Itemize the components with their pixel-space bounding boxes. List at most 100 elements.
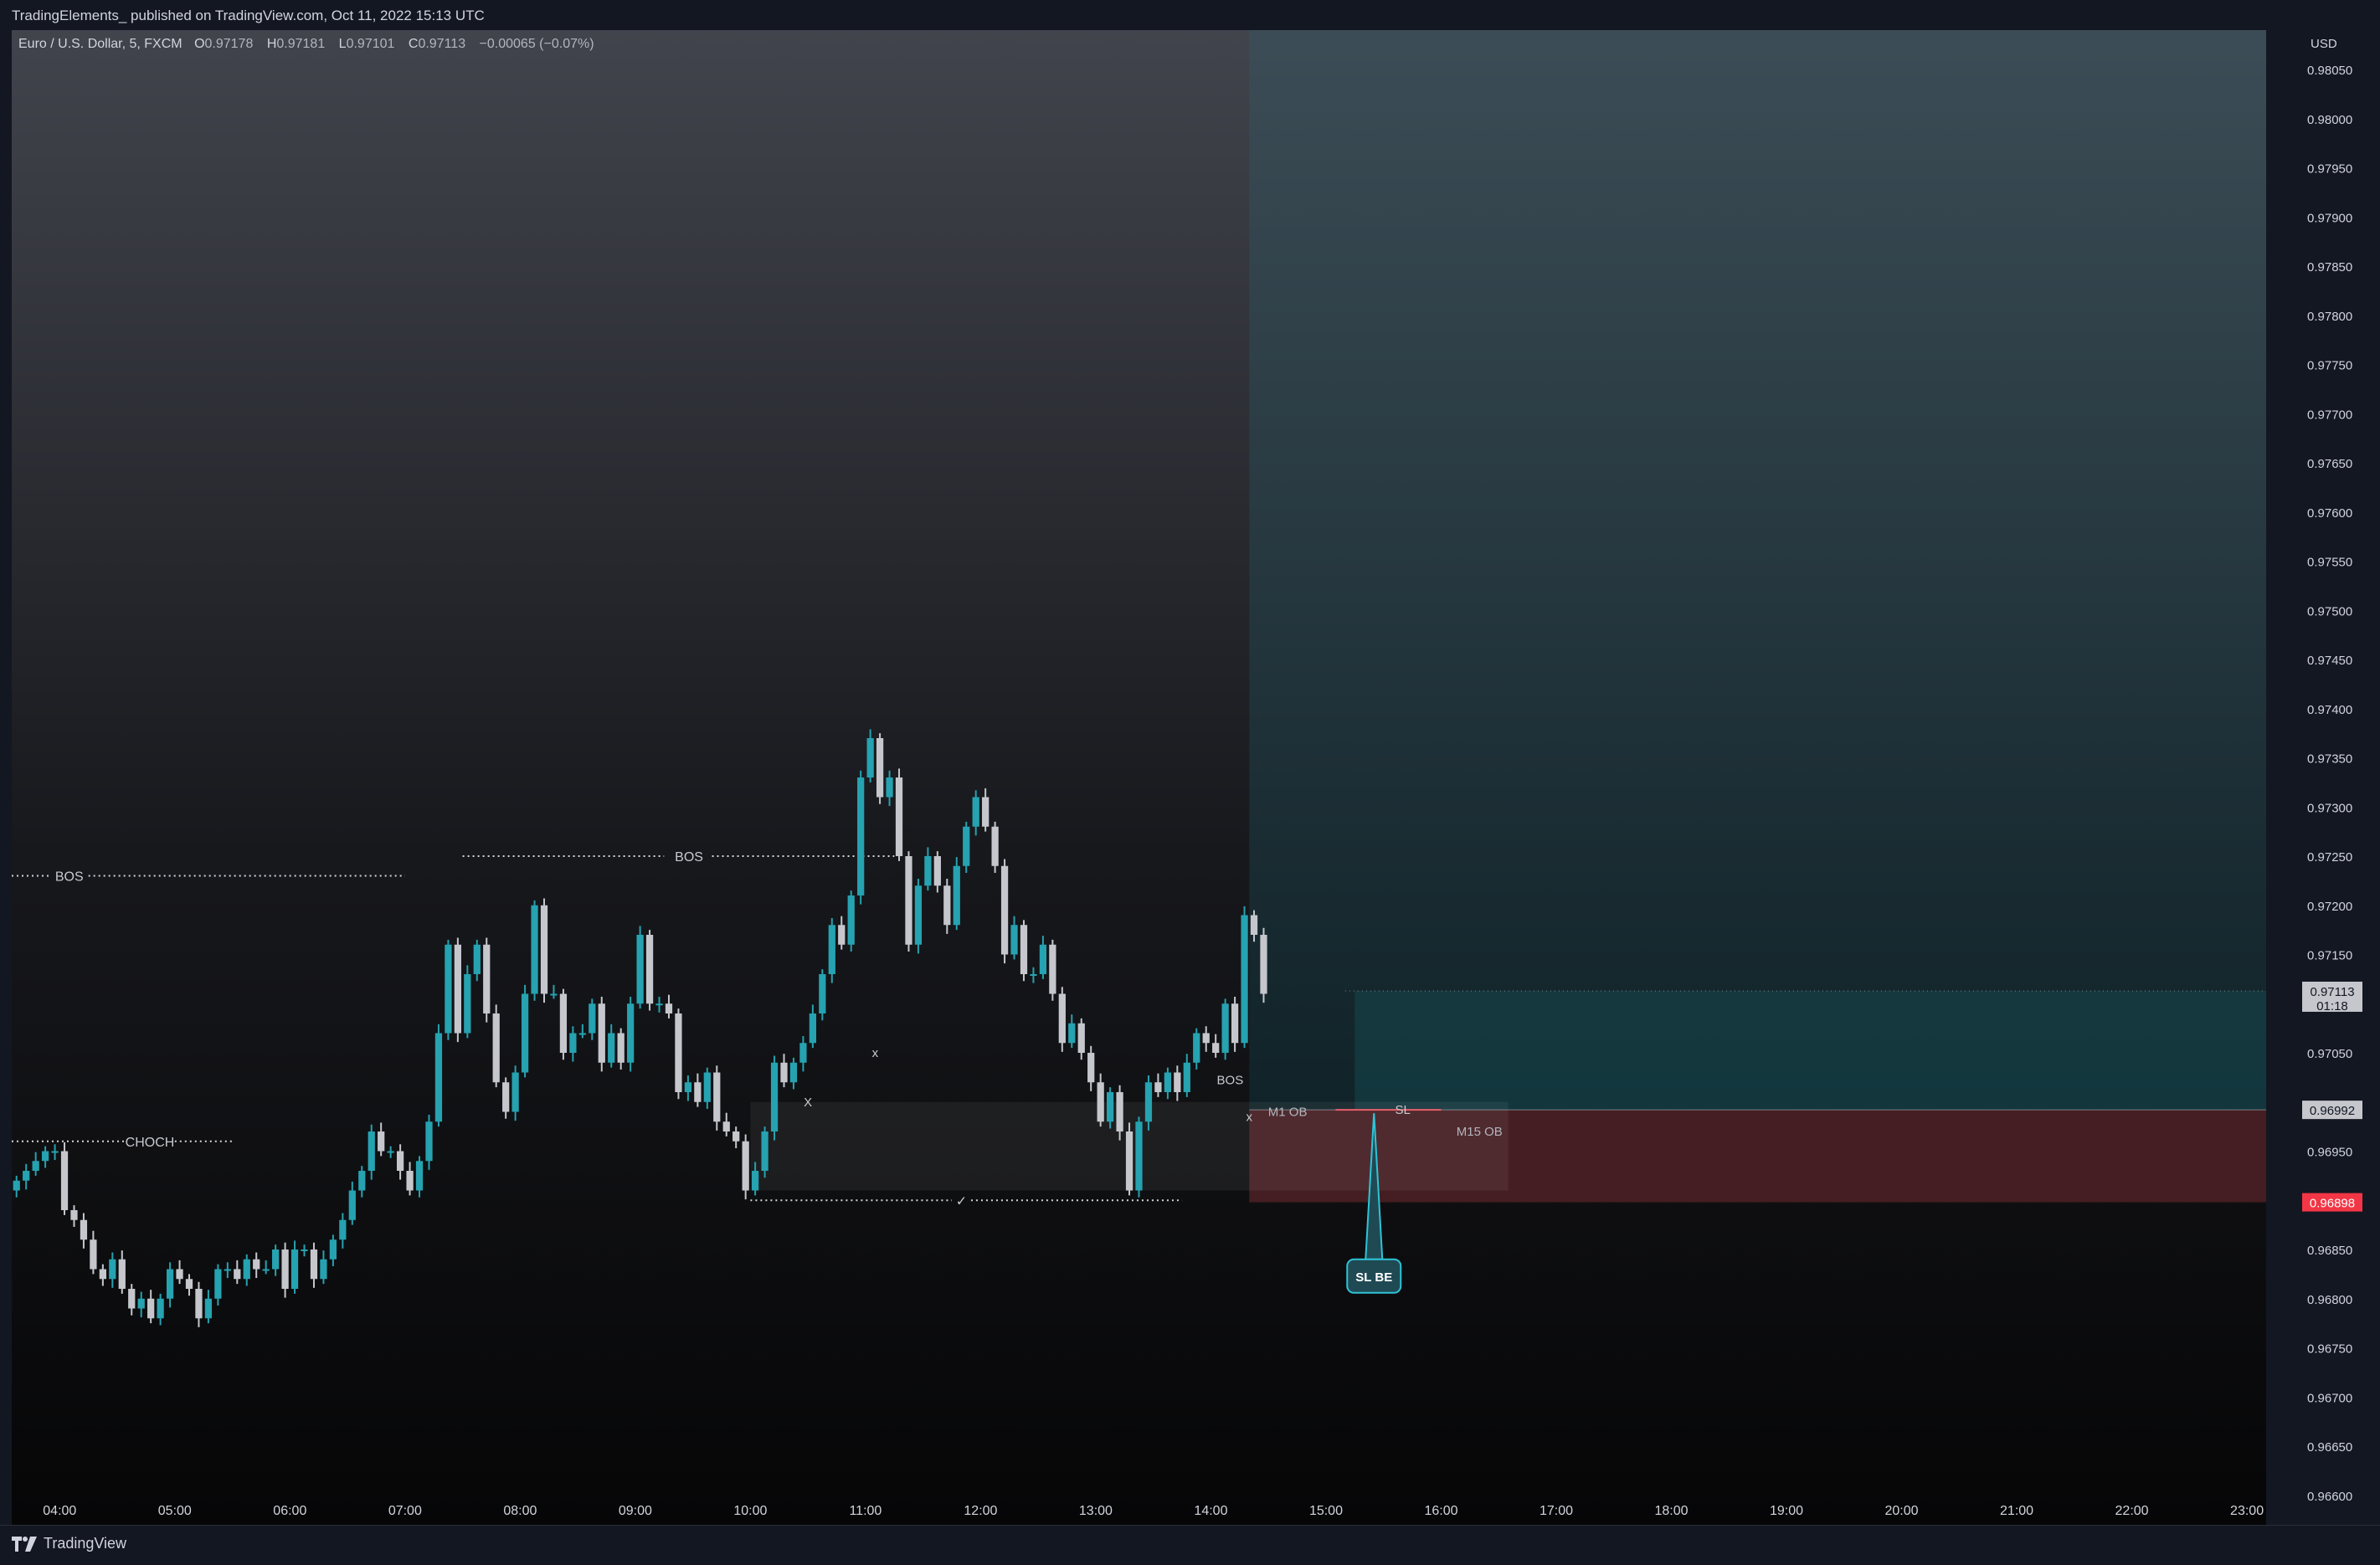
candle-body [1106,1092,1114,1122]
candle-body [60,1151,69,1210]
candle-body [204,1298,213,1319]
candle-body [751,1171,759,1191]
candle-body [1116,1092,1123,1131]
time-tick-label: 16:00 [1424,1504,1457,1518]
candle-body [41,1151,49,1162]
candle-body [118,1259,126,1289]
candle-body [511,1072,519,1112]
candle-body [780,1062,788,1083]
legend-symbol[interactable]: Euro / U.S. Dollar, 5, FXCM [18,37,182,51]
candle-body [809,1013,816,1044]
price-tick-label: 0.96950 [2307,1146,2352,1160]
candle-body [521,993,529,1073]
profit-zone[interactable] [1249,30,2266,1111]
candle-body [694,1082,702,1102]
price-tick-label: 0.97300 [2307,801,2352,815]
candle-body [99,1269,106,1280]
price-chart[interactable]: BOS BOS CHOCH ✓ Xx x BOS SL M1 OB M15 OB SL BE USD… [0,30,2380,1525]
candle-body [733,1131,740,1142]
candle-body [502,1082,510,1112]
candle-body [1231,1003,1239,1044]
candle-body [406,1171,414,1191]
candle-body [473,944,481,974]
candle-body [415,1161,424,1191]
last-price-tag-text: 0.97113 [2310,985,2354,999]
candle-body [425,1121,433,1162]
tradingview-logo-icon [12,1536,37,1552]
time-tick-label: 04:00 [43,1504,76,1518]
x-marker-3: x [1247,1110,1253,1124]
publish-header: TradingElements_ published on TradingVie… [0,0,2380,30]
candle-body [847,895,855,945]
price-tick-label: 0.97600 [2307,506,2352,521]
candle-body [32,1161,39,1171]
m1-ob-label: M1 OB [1268,1106,1308,1120]
bos-label-small: BOS [1217,1074,1244,1088]
candle-body [655,1003,663,1006]
candle-body [645,935,654,1004]
m15-ob-label: M15 OB [1457,1125,1503,1139]
open-profit-zone [1354,990,2266,1111]
candle-body [713,1072,721,1122]
candle-body [1030,974,1037,976]
candle-body [972,797,979,827]
time-tick-label: 14:00 [1194,1504,1227,1518]
candle-body [329,1239,337,1260]
legend-high: 0.97181 [276,37,326,51]
candle-body [348,1190,356,1220]
candle-body [838,925,846,945]
candle-body [320,1259,327,1280]
candle-body [933,856,941,886]
candle-body [492,1013,500,1083]
candle-body [1010,925,1018,955]
candle-body [905,856,912,945]
candle-body [828,925,835,974]
candle-body [301,1249,308,1251]
countdown-text: 01:18 [2316,999,2348,1013]
candle-body [866,738,874,777]
x-marker-1: X [804,1096,812,1110]
price-tick-label: 0.97500 [2307,604,2352,618]
candle-body [109,1259,116,1280]
price-tick-label: 0.96750 [2307,1342,2352,1357]
candle-body [1077,1023,1085,1053]
candle-body [80,1219,88,1240]
time-tick-label: 17:00 [1540,1504,1573,1518]
ohlc-legend: Euro / U.S. Dollar, 5, FXCM O0.97178 H0.… [18,37,604,52]
candle-body [914,885,923,945]
tradingview-logo[interactable]: TradingView [12,1535,126,1552]
candle-body [464,974,471,1034]
candle-body [608,1033,615,1063]
candle-body [1241,915,1248,1044]
candle-body [1174,1072,1181,1092]
time-tick-label: 10:00 [733,1504,767,1518]
candle-body [665,1003,673,1013]
legend-open: 0.97178 [204,37,254,51]
time-tick-label: 23:00 [2230,1504,2264,1518]
price-tick-label: 0.97650 [2307,457,2352,471]
candle-body [982,797,990,827]
candle-body [281,1249,289,1289]
candle-body [445,944,452,1034]
time-tick-label: 13:00 [1079,1504,1113,1518]
candle-body [1212,1043,1220,1053]
candle-body [1087,1053,1095,1083]
candle-body [176,1269,183,1280]
price-tick-label: 0.96850 [2307,1244,2352,1258]
legend-h-label: H [266,37,277,51]
candle-body [243,1259,250,1280]
candle-body [703,1072,711,1102]
candle-body [13,1180,20,1191]
price-tick-label: 0.96800 [2307,1293,2352,1307]
candle-body [675,1013,682,1092]
candle-body [1068,1023,1076,1044]
candle-body [895,777,903,856]
candle-body [789,1062,798,1083]
legend-l-label: L [338,37,347,51]
price-tick-label: 0.96650 [2307,1440,2352,1455]
choch-label: CHOCH [126,1136,175,1150]
time-tick-label: 05:00 [158,1504,192,1518]
candle-body [953,865,960,926]
candle-body [157,1298,164,1319]
sweep-check-label: ✓ [956,1194,967,1208]
